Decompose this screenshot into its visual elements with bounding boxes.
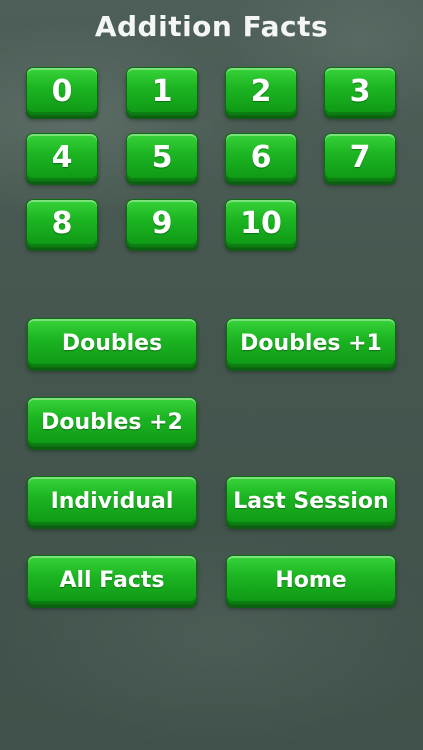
number-button-7[interactable]: 7 — [324, 133, 396, 182]
home-button[interactable]: Home — [226, 555, 396, 605]
page-title: Addition Facts — [94, 10, 329, 43]
number-button-3[interactable]: 3 — [324, 67, 396, 116]
number-button-9[interactable]: 9 — [126, 199, 198, 248]
doubles-plus-2-button[interactable]: Doubles +2 — [27, 397, 197, 447]
number-button-0[interactable]: 0 — [26, 67, 98, 116]
doubles-plus-1-button[interactable]: Doubles +1 — [226, 318, 396, 368]
individual-button[interactable]: Individual — [27, 476, 197, 526]
number-button-6[interactable]: 6 — [225, 133, 297, 182]
last-session-button[interactable]: Last Session — [226, 476, 396, 526]
number-button-5[interactable]: 5 — [126, 133, 198, 182]
number-button-1[interactable]: 1 — [126, 67, 198, 116]
all-facts-button[interactable]: All Facts — [27, 555, 197, 605]
number-button-4[interactable]: 4 — [26, 133, 98, 182]
number-button-10[interactable]: 10 — [225, 199, 297, 248]
chalkboard-screen: Addition Facts 0 1 2 3 4 5 6 7 8 9 10 Do… — [0, 0, 423, 750]
number-button-2[interactable]: 2 — [225, 67, 297, 116]
number-button-8[interactable]: 8 — [26, 199, 98, 248]
doubles-button[interactable]: Doubles — [27, 318, 197, 368]
